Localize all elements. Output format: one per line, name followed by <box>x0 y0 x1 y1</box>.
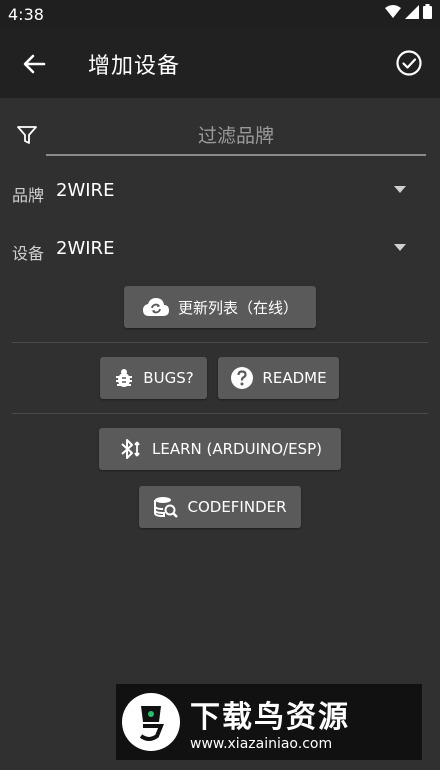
filter-row <box>0 114 440 158</box>
check-circle-icon[interactable] <box>394 48 424 78</box>
brand-dropdown-caret-icon <box>394 186 406 193</box>
readme-label: README <box>262 369 327 387</box>
device-value: 2WIRE <box>56 238 115 259</box>
help-circle-icon <box>231 367 254 389</box>
status-time: 4:38 <box>8 5 44 24</box>
watermark-logo <box>122 693 180 751</box>
update-list-button[interactable]: 更新列表（在线） <box>124 286 316 328</box>
cloud-sync-icon <box>142 298 169 316</box>
watermark-title: 下载鸟资源 <box>190 700 350 735</box>
bluetooth-transfer-icon <box>121 439 140 459</box>
signal-icon <box>405 4 419 19</box>
update-list-label: 更新列表（在线） <box>177 298 298 317</box>
back-arrow-icon[interactable] <box>18 48 50 80</box>
bugs-button[interactable]: BUGS? <box>100 357 207 399</box>
bird-logo-icon <box>139 706 164 741</box>
brand-label: 品牌 <box>12 186 45 205</box>
learn-label: LEARN (ARDUINO/ESP) <box>152 440 322 458</box>
database-search-icon <box>154 497 179 518</box>
watermark-text: 下载鸟资源 www.xiazainiao.com <box>190 692 350 752</box>
learn-button[interactable]: LEARN (ARDUINO/ESP) <box>99 428 341 470</box>
status-bar: 4:38 <box>0 0 440 28</box>
bugs-label: BUGS? <box>143 369 194 387</box>
watermark-url: www.xiazainiao.com <box>190 736 333 752</box>
wifi-icon <box>385 4 401 18</box>
status-icons <box>385 4 432 19</box>
device-select[interactable]: 设备 2WIRE <box>0 230 440 270</box>
battery-icon <box>423 4 432 19</box>
divider <box>12 342 428 343</box>
filter-icon <box>17 126 37 144</box>
codefinder-button[interactable]: CODEFINDER <box>139 486 301 528</box>
bug-icon <box>116 369 133 387</box>
watermark-banner: 下载鸟资源 www.xiazainiao.com <box>116 684 422 760</box>
filter-brand-input[interactable] <box>46 118 426 156</box>
brand-value: 2WIRE <box>56 180 115 201</box>
page-title: 增加设备 <box>88 54 181 79</box>
brand-select[interactable]: 品牌 2WIRE <box>0 172 440 212</box>
codefinder-label: CODEFINDER <box>187 498 287 516</box>
readme-button[interactable]: README <box>218 357 339 399</box>
app-bar: 增加设备 <box>0 28 440 98</box>
device-label: 设备 <box>12 244 45 263</box>
divider <box>12 413 428 414</box>
device-dropdown-caret-icon <box>394 244 406 251</box>
